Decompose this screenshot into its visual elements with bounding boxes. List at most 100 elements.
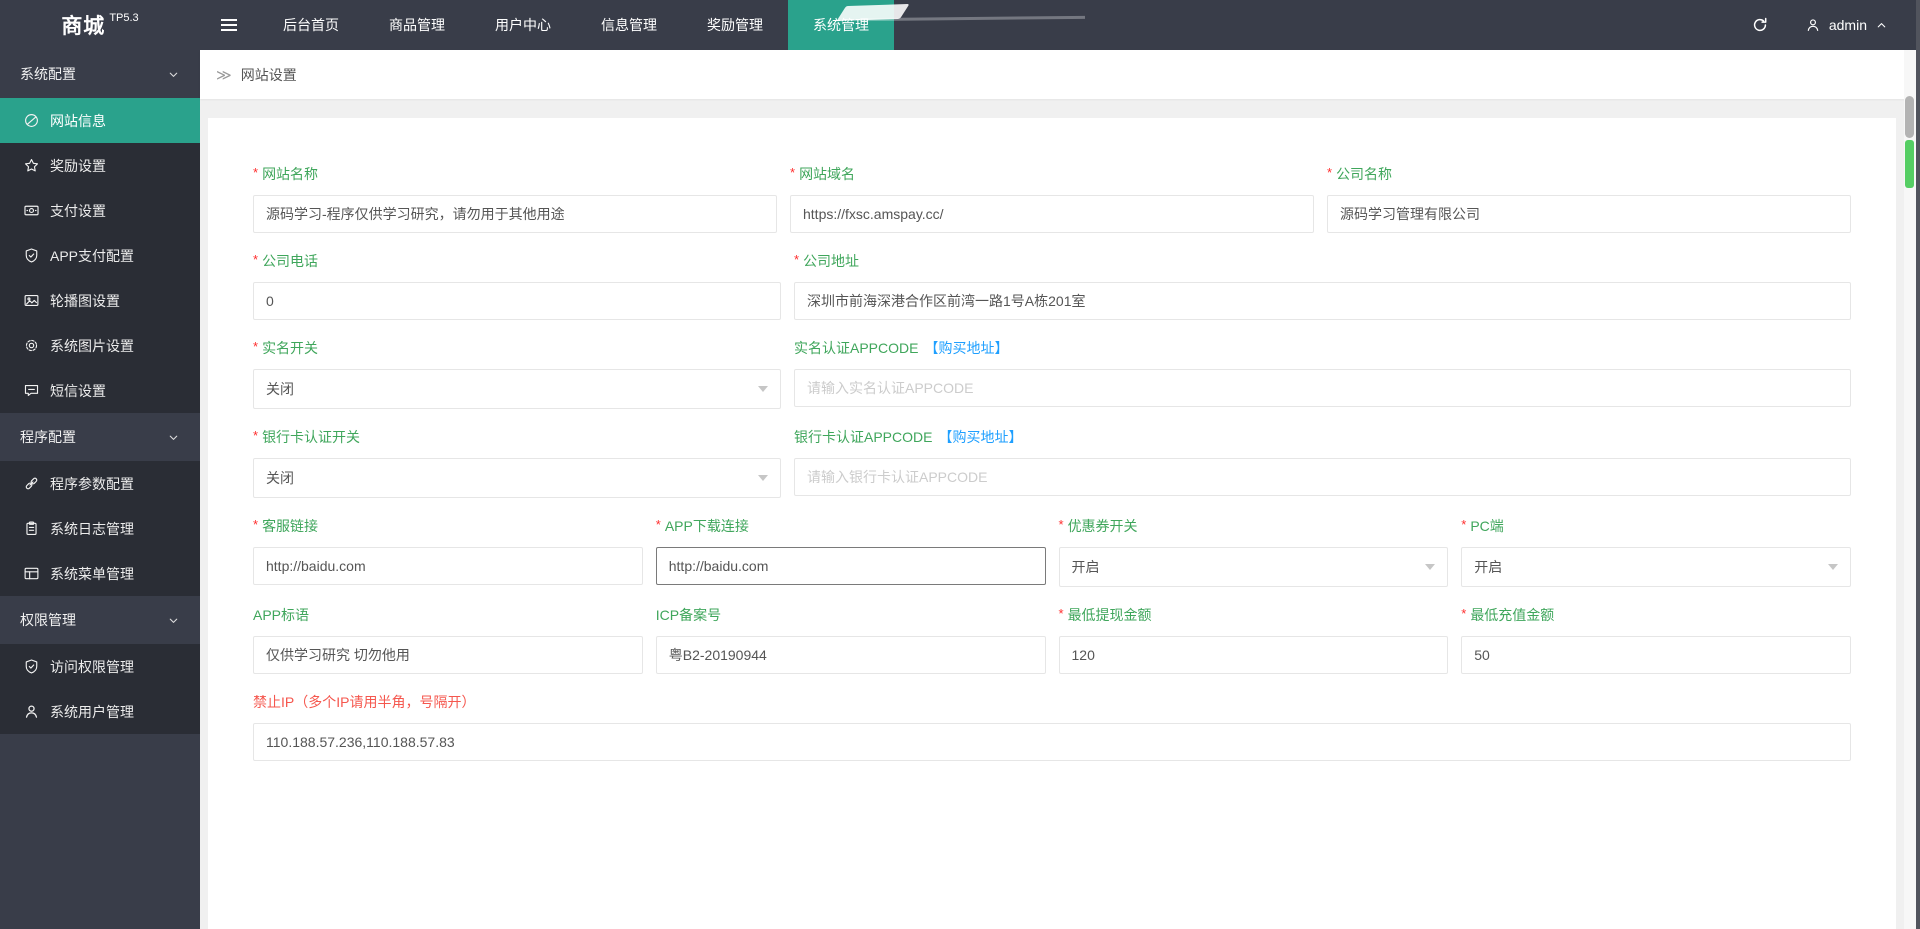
app-logo-version: TP5.3 — [109, 12, 139, 24]
scrollbar-track[interactable] — [1904, 50, 1916, 929]
content: *网站名称*网站域名*公司名称*公司电话*公司地址*实名开关关闭实名认证APPC… — [200, 99, 1920, 929]
field-label-text: 优惠券开关 — [1067, 518, 1138, 534]
field-label-text: APP下载连接 — [664, 518, 749, 534]
field-label-min-withdraw: * 最低提现金额 — [1059, 605, 1449, 625]
input-min-withdraw[interactable] — [1058, 636, 1449, 674]
input-icp-number[interactable] — [655, 636, 1046, 674]
sidebar-item-0-0[interactable]: 网站信息 — [0, 98, 200, 143]
sidebar-group-header-1[interactable]: 系统配置 — [0, 50, 200, 98]
required-asterisk: * — [253, 252, 259, 267]
sidebar-item-2-1[interactable]: 系统用户管理 — [0, 689, 200, 734]
buy-address-link[interactable]: 【购买地址】 — [924, 340, 1008, 356]
top-nav-item-2[interactable]: 商品管理 — [364, 0, 470, 50]
sidebar-group-label: 系统配置 — [20, 66, 76, 82]
sidebar-item-0-4[interactable]: 轮播图设置 — [0, 278, 200, 323]
sidebar-item-label: 系统日志管理 — [50, 520, 134, 537]
sidebar-item-0-5[interactable]: 系统图片设置 — [0, 323, 200, 368]
refresh-button[interactable] — [1725, 0, 1795, 50]
sidebar-item-label: 系统用户管理 — [50, 703, 134, 720]
topbar-right: admin — [1725, 0, 1920, 50]
buy-address-link[interactable]: 【购买地址】 — [938, 429, 1022, 445]
sidebar-item-0-3[interactable]: APP支付配置 — [0, 233, 200, 278]
scrollbar-thumb[interactable] — [1905, 96, 1914, 138]
field-label-bankcard-appcode: 银行卡认证APPCODE 【购买地址】 — [794, 427, 1851, 447]
top-nav-item-6[interactable]: 系统管理 — [788, 0, 894, 50]
field-label-realname-appcode: 实名认证APPCODE 【购买地址】 — [794, 338, 1851, 358]
field-min-recharge: * 最低充值金额 — [1461, 605, 1851, 674]
field-app-slogan: APP标语 — [253, 605, 643, 674]
sidebar-group-header-2[interactable]: 程序配置 — [0, 413, 200, 461]
field-label-banned-ip: 禁止IP（多个IP请用半角，号隔开） — [253, 692, 1851, 712]
select-pc-switch[interactable]: 开启 — [1461, 547, 1851, 587]
required-asterisk: * — [253, 165, 259, 180]
sidebar-item-1-2[interactable]: 系统菜单管理 — [0, 551, 200, 596]
sidebar-item-label: 访问权限管理 — [50, 658, 134, 675]
sidebar-item-1-1[interactable]: 系统日志管理 — [0, 506, 200, 551]
field-label-icp-number: ICP备案号 — [656, 605, 1046, 625]
caret-down-icon — [1425, 564, 1436, 570]
required-asterisk: * — [253, 339, 259, 354]
app-logo: 商城 TP5.3 — [0, 0, 200, 50]
caret-down-icon — [758, 386, 768, 392]
field-label-text: 实名认证APPCODE — [794, 340, 919, 356]
page-title: 网站设置 — [240, 66, 297, 83]
input-company-phone[interactable] — [253, 282, 781, 320]
field-label-text: ICP备案号 — [655, 607, 722, 623]
sidebar-group-header-3[interactable]: 权限管理 — [0, 596, 200, 644]
chevron-down-icon — [167, 614, 180, 627]
input-app-slogan[interactable] — [253, 636, 643, 674]
sidebar-item-0-6[interactable]: 短信设置 — [0, 368, 200, 413]
field-label-text: 公司地址 — [803, 253, 860, 269]
input-company-name[interactable] — [1327, 195, 1851, 233]
field-coupon-switch: * 优惠券开关 开启 — [1058, 516, 1449, 587]
gear-icon — [23, 337, 40, 354]
required-asterisk: * — [253, 517, 259, 532]
field-label-company-name: * 公司名称 — [1327, 164, 1851, 184]
select-realname-switch[interactable]: 关闭 — [253, 369, 781, 409]
money-icon — [23, 202, 40, 219]
input-banned-ip[interactable] — [253, 723, 1851, 761]
top-nav-item-5[interactable]: 奖励管理 — [682, 0, 788, 50]
hamburger-menu-icon[interactable] — [200, 0, 258, 50]
select-coupon-switch[interactable]: 开启 — [1058, 547, 1449, 587]
required-asterisk: * — [655, 517, 661, 532]
user-menu[interactable]: admin — [1795, 0, 1898, 50]
field-label-text: 禁止IP（多个IP请用半角，号隔开） — [253, 694, 476, 710]
input-site-domain[interactable] — [790, 195, 1314, 233]
input-app-download-link[interactable] — [655, 547, 1046, 585]
required-asterisk: * — [790, 165, 796, 180]
input-service-link[interactable] — [253, 547, 643, 585]
sidebar-item-1-0[interactable]: 程序参数配置 — [0, 461, 200, 506]
required-asterisk: * — [1058, 606, 1064, 621]
menu-icon — [23, 565, 40, 582]
field-label-service-link: * 客服链接 — [253, 516, 643, 536]
select-value: 关闭 — [266, 381, 294, 397]
select-value: 开启 — [1071, 559, 1100, 575]
form-row-4: * 银行卡认证开关 关闭 银行卡认证APPCODE 【购买地址】 — [253, 427, 1851, 498]
scrollbar-thumb-accent[interactable] — [1905, 140, 1914, 188]
link-icon — [23, 475, 40, 492]
username: admin — [1828, 17, 1867, 33]
select-bankcard-switch[interactable]: 关闭 — [253, 458, 781, 498]
input-site-name[interactable] — [253, 195, 777, 233]
input-realname-appcode[interactable] — [794, 369, 1851, 407]
sidebar-item-0-2[interactable]: 支付设置 — [0, 188, 200, 233]
input-bankcard-appcode[interactable] — [794, 458, 1851, 496]
sidebar-item-0-1[interactable]: 奖励设置 — [0, 143, 200, 188]
log-icon — [23, 520, 40, 537]
caret-down-icon — [1828, 564, 1838, 570]
top-nav-item-1[interactable]: 后台首页 — [258, 0, 364, 50]
top-nav-item-4[interactable]: 信息管理 — [576, 0, 682, 50]
field-label-text: 实名开关 — [262, 340, 319, 356]
field-label-app-download-link: * APP下载连接 — [656, 516, 1046, 536]
chevron-down-icon — [167, 431, 180, 444]
top-nav-item-3[interactable]: 用户中心 — [470, 0, 576, 50]
required-asterisk: * — [1461, 517, 1467, 532]
sidebar: 系统配置 网站信息 奖励设置 支付设置 APP支付配置 轮播图设置 系统图片设置 短信设置 程序… — [0, 50, 200, 929]
input-company-address[interactable] — [794, 282, 1851, 320]
image-icon — [23, 292, 40, 309]
field-label-text: 网站名称 — [262, 166, 319, 182]
sidebar-item-2-0[interactable]: 访问权限管理 — [0, 644, 200, 689]
field-min-withdraw: * 最低提现金额 — [1058, 605, 1449, 674]
input-min-recharge[interactable] — [1461, 636, 1851, 674]
